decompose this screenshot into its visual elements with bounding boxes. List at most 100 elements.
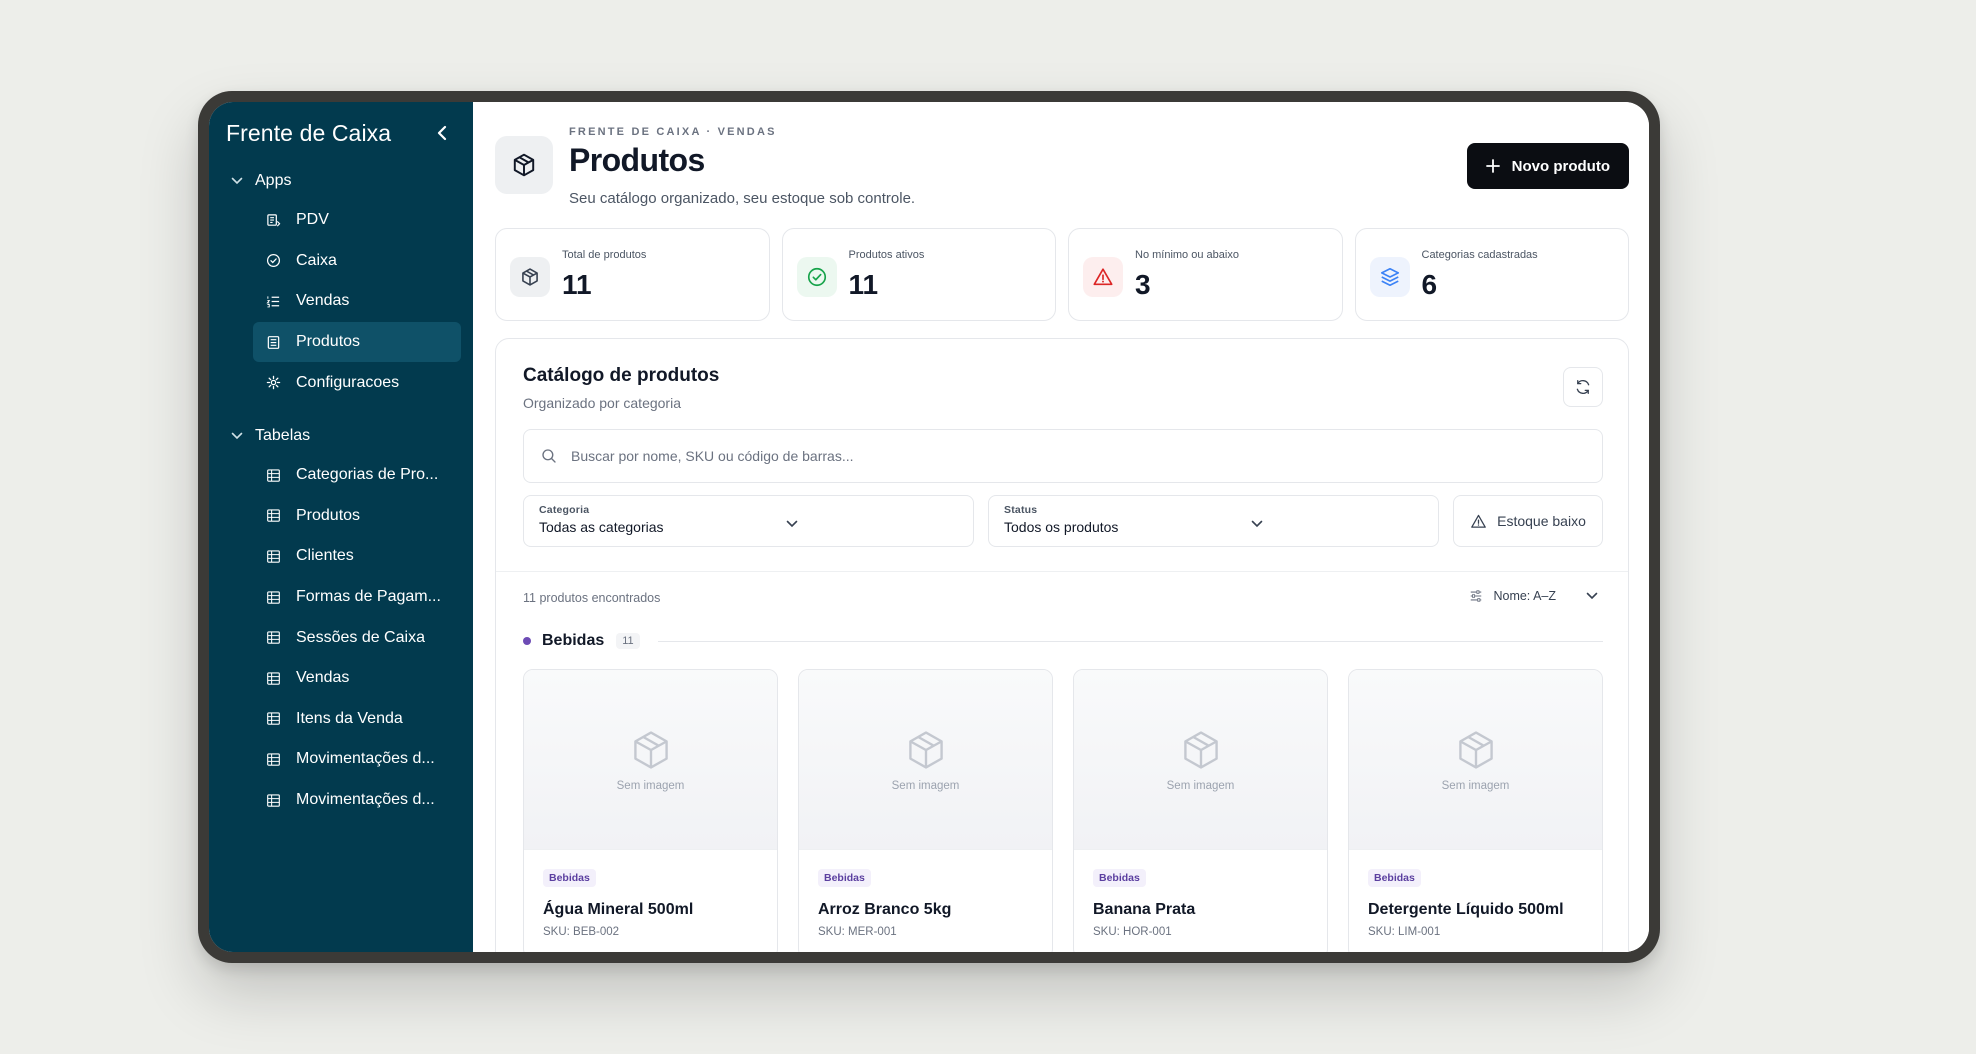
sidebar-item-label: Vendas (296, 669, 350, 687)
stat-card-categories: Categorias cadastradas 6 (1354, 228, 1629, 321)
chevron-down-icon (1251, 520, 1263, 528)
check-circle-icon (265, 253, 281, 269)
sidebar-item-table[interactable]: Movimentações d... (253, 739, 461, 780)
sidebar-item-table[interactable]: Vendas (253, 658, 461, 699)
product-category-tag: Bebidas (543, 869, 596, 887)
search-icon (542, 449, 556, 463)
product-card[interactable]: Sem imagem Bebidas Arroz Branco 5kg SKU:… (798, 669, 1053, 952)
plus-icon (1485, 159, 1500, 173)
search-box (523, 429, 1603, 483)
chevron-down-icon (231, 432, 243, 440)
brand-title: Frente de Caixa (226, 119, 392, 146)
list-ordered-icon (265, 293, 281, 309)
sidebar-item-vendas[interactable]: Vendas (253, 281, 461, 322)
catalog-title: Catálogo de produtos (523, 365, 720, 386)
sidebar-item-table[interactable]: Itens da Venda (253, 699, 461, 740)
sort-select[interactable]: Nome: A–Z (1469, 589, 1598, 603)
sidebar-item-label: Caixa (296, 251, 337, 269)
sidebar-item-pdv[interactable]: PDV (253, 200, 461, 241)
package-icon (1458, 730, 1493, 769)
refresh-button[interactable] (1563, 367, 1603, 407)
divider (496, 571, 1628, 572)
catalog-panel: Catálogo de produtos Organizado por cate… (495, 338, 1629, 952)
sort-label: Nome: A–Z (1493, 589, 1556, 603)
stat-value: 11 (848, 269, 879, 300)
chevron-left-icon (437, 125, 447, 141)
refresh-icon (1576, 379, 1590, 395)
sidebar-group-toggle-tabelas[interactable]: Tabelas (209, 425, 473, 447)
table-icon (265, 589, 281, 605)
sidebar-group-toggle-apps[interactable]: Apps (209, 170, 473, 192)
app-screen: Frente de Caixa Apps PDV Caixa Vendas Pr… (209, 102, 1649, 952)
sidebar-item-configuracoes[interactable]: Configuracoes (253, 362, 461, 403)
page-subtitle: Seu catálogo organizado, seu estoque sob… (569, 190, 916, 207)
collapse-sidebar-button[interactable] (431, 122, 453, 144)
sidebar-item-table[interactable]: Sessões de Caixa (253, 617, 461, 658)
sidebar-item-label: Categorias de Pro... (296, 466, 439, 484)
sidebar-group-label: Tabelas (255, 426, 311, 444)
sidebar-group-apps: Apps PDV Caixa Vendas Produtos Configura… (209, 170, 473, 403)
product-category-tag: Bebidas (818, 869, 871, 887)
sidebar-item-produtos[interactable]: Produtos (253, 321, 461, 363)
sidebar-item-table[interactable]: Clientes (253, 536, 461, 577)
product-sku: SKU: HOR-001 (1093, 926, 1172, 938)
page-header: FRENTE DE CAIXA · VENDAS Produtos Seu ca… (495, 126, 1629, 207)
product-sku: SKU: LIM-001 (1368, 926, 1441, 938)
sidebar-item-table[interactable]: Categorias de Pro... (253, 455, 461, 496)
product-card[interactable]: Sem imagem Bebidas Água Mineral 500ml SK… (523, 669, 778, 952)
sidebar-item-caixa[interactable]: Caixa (253, 241, 461, 282)
category-divider (657, 640, 1603, 642)
product-image-placeholder: Sem imagem (1349, 670, 1602, 850)
status-select[interactable]: Status Todos os produtos (988, 495, 1439, 547)
category-group-name: Bebidas (542, 632, 605, 649)
sidebar-item-label: Produtos (296, 333, 361, 351)
product-name: Banana Prata (1093, 901, 1196, 918)
gear-icon (265, 375, 281, 391)
filters-row: Categoria Todas as categorias Status Tod… (523, 495, 1603, 547)
product-category-tag: Bebidas (1093, 869, 1146, 887)
sidebar-item-table[interactable]: Formas de Pagam... (253, 577, 461, 618)
category-select-value: Todas as categorias (539, 519, 664, 535)
table-icon (265, 711, 281, 727)
sidebar-item-label: Itens da Venda (296, 709, 403, 727)
table-icon (265, 792, 281, 808)
product-card[interactable]: Sem imagem Bebidas Banana Prata SKU: HOR… (1073, 669, 1328, 952)
no-image-text: Sem imagem (891, 779, 960, 792)
sidebar-item-label: Formas de Pagam... (296, 588, 441, 606)
chevron-down-icon (1586, 592, 1598, 600)
breadcrumb: FRENTE DE CAIXA · VENDAS (569, 126, 777, 138)
category-select[interactable]: Categoria Todas as categorias (523, 495, 974, 547)
status-select-value: Todos os produtos (1004, 519, 1119, 535)
product-image-placeholder: Sem imagem (799, 670, 1052, 850)
new-product-button[interactable]: Novo produto (1466, 143, 1629, 189)
check-circle-icon (796, 257, 837, 297)
search-input[interactable] (571, 448, 1527, 464)
package-icon (633, 730, 668, 769)
main-content: FRENTE DE CAIXA · VENDAS Produtos Seu ca… (473, 102, 1649, 952)
table-icon (265, 670, 281, 686)
sidebar-item-label: Clientes (296, 547, 354, 565)
product-sku: SKU: BEB-002 (543, 926, 620, 938)
sidebar-item-table[interactable]: Produtos (253, 496, 461, 537)
sidebar-item-label: Vendas (296, 292, 350, 310)
package-icon (1183, 730, 1218, 769)
product-image-placeholder: Sem imagem (524, 670, 777, 850)
product-grid: Sem imagem Bebidas Água Mineral 500ml SK… (523, 669, 1603, 952)
no-image-text: Sem imagem (1441, 779, 1510, 792)
product-sku: SKU: MER-001 (818, 926, 897, 938)
chevron-down-icon (786, 520, 798, 528)
table-icon (265, 630, 281, 646)
product-name: Arroz Branco 5kg (818, 901, 952, 918)
category-color-dot (523, 637, 531, 645)
new-product-label: Novo produto (1511, 157, 1610, 175)
category-count-badge: 11 (616, 633, 640, 649)
sidebar-item-label: Produtos (296, 506, 361, 524)
page-title: Produtos (569, 142, 705, 178)
stat-card-active: Produtos ativos 11 (781, 228, 1056, 321)
low-stock-filter-button[interactable]: Estoque baixo (1453, 495, 1603, 547)
stat-label: Categorias cadastradas (1421, 249, 1538, 261)
category-select-label: Categoria (539, 504, 590, 516)
warning-icon (1083, 257, 1123, 297)
product-card[interactable]: Sem imagem Bebidas Detergente Líquido 50… (1348, 669, 1603, 952)
sidebar-item-table[interactable]: Movimentações d... (253, 780, 461, 821)
